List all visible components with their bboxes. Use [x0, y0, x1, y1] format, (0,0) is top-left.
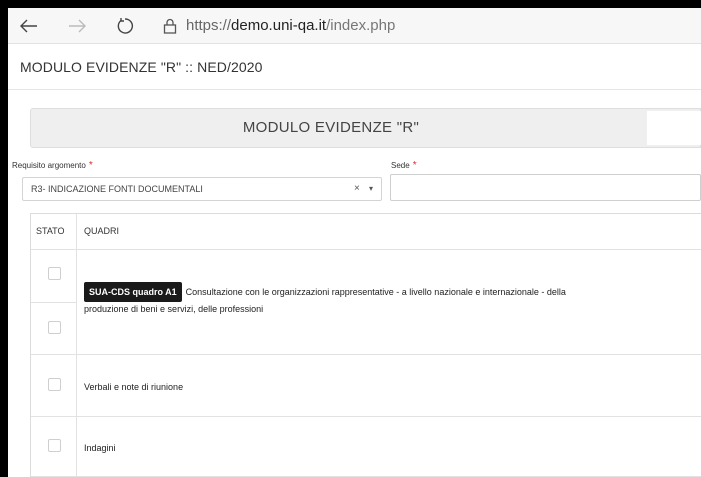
requisito-label-text: Requisito argomento: [12, 161, 86, 170]
forward-arrow-icon[interactable]: [64, 14, 90, 38]
stato-checkbox[interactable]: [48, 378, 61, 391]
row-divider: [31, 416, 701, 417]
browser-window: https://demo.uni-qa.it/index.php MODULO …: [8, 8, 701, 477]
table-row: Indagini: [84, 443, 116, 453]
stato-checkbox[interactable]: [48, 439, 61, 452]
required-marker: *: [88, 160, 93, 171]
banner-title: MODULO EVIDENZE "R": [242, 119, 420, 136]
quadro-description: Consultazione con le organizzazioni rapp…: [185, 287, 566, 297]
requisito-label: Requisito argomento *: [12, 160, 93, 171]
url-scheme: https://: [186, 17, 232, 34]
column-header-quadri: QUADRI: [84, 226, 120, 236]
chevron-down-icon[interactable]: ▾: [369, 184, 373, 193]
quadro-tag: SUA-CDS quadro A1: [84, 282, 182, 302]
stato-checkbox[interactable]: [48, 267, 61, 280]
reload-icon[interactable]: [112, 14, 138, 38]
lock-icon: [163, 18, 177, 34]
required-marker: *: [412, 160, 417, 171]
column-header-stato: STATO: [36, 226, 65, 236]
row-divider: [31, 249, 701, 250]
requisito-select[interactable]: R3- INDICAZIONE FONTI DOCUMENTALI × ▾: [22, 177, 382, 201]
url-host: demo.uni-qa.it: [231, 17, 327, 34]
row-divider: [31, 354, 701, 355]
row-divider: [31, 302, 76, 303]
sede-label: Sede *: [391, 160, 417, 171]
sede-label-text: Sede: [391, 161, 410, 170]
table-row: SUA-CDS quadro A1 Consultazione con le or…: [84, 282, 684, 315]
page-title: MODULO EVIDENZE "R" :: NED/2020: [20, 59, 263, 75]
back-arrow-icon[interactable]: [16, 14, 42, 38]
sede-input[interactable]: [390, 174, 701, 201]
address-bar[interactable]: https://demo.uni-qa.it/index.php: [186, 17, 395, 34]
requisito-selected-value: R3- INDICAZIONE FONTI DOCUMENTALI: [31, 184, 203, 194]
quadri-table: STATO QUADRI SUA-CDS quadro A1 Consultazi…: [30, 213, 701, 477]
table-row: Verbali e note di riunione: [84, 382, 184, 392]
column-divider: [76, 214, 77, 477]
browser-toolbar: https://demo.uni-qa.it/index.php: [8, 8, 701, 44]
module-banner: MODULO EVIDENZE "R": [30, 108, 701, 148]
quadro-description-continued: produzione di beni e servizi, delle prof…: [84, 304, 264, 314]
clear-selection-icon[interactable]: ×: [354, 183, 360, 194]
app-header: MODULO EVIDENZE "R" :: NED/2020: [8, 44, 701, 90]
banner-side-panel: [647, 111, 701, 145]
url-path: /index.php: [326, 17, 396, 34]
stato-checkbox[interactable]: [48, 321, 61, 334]
